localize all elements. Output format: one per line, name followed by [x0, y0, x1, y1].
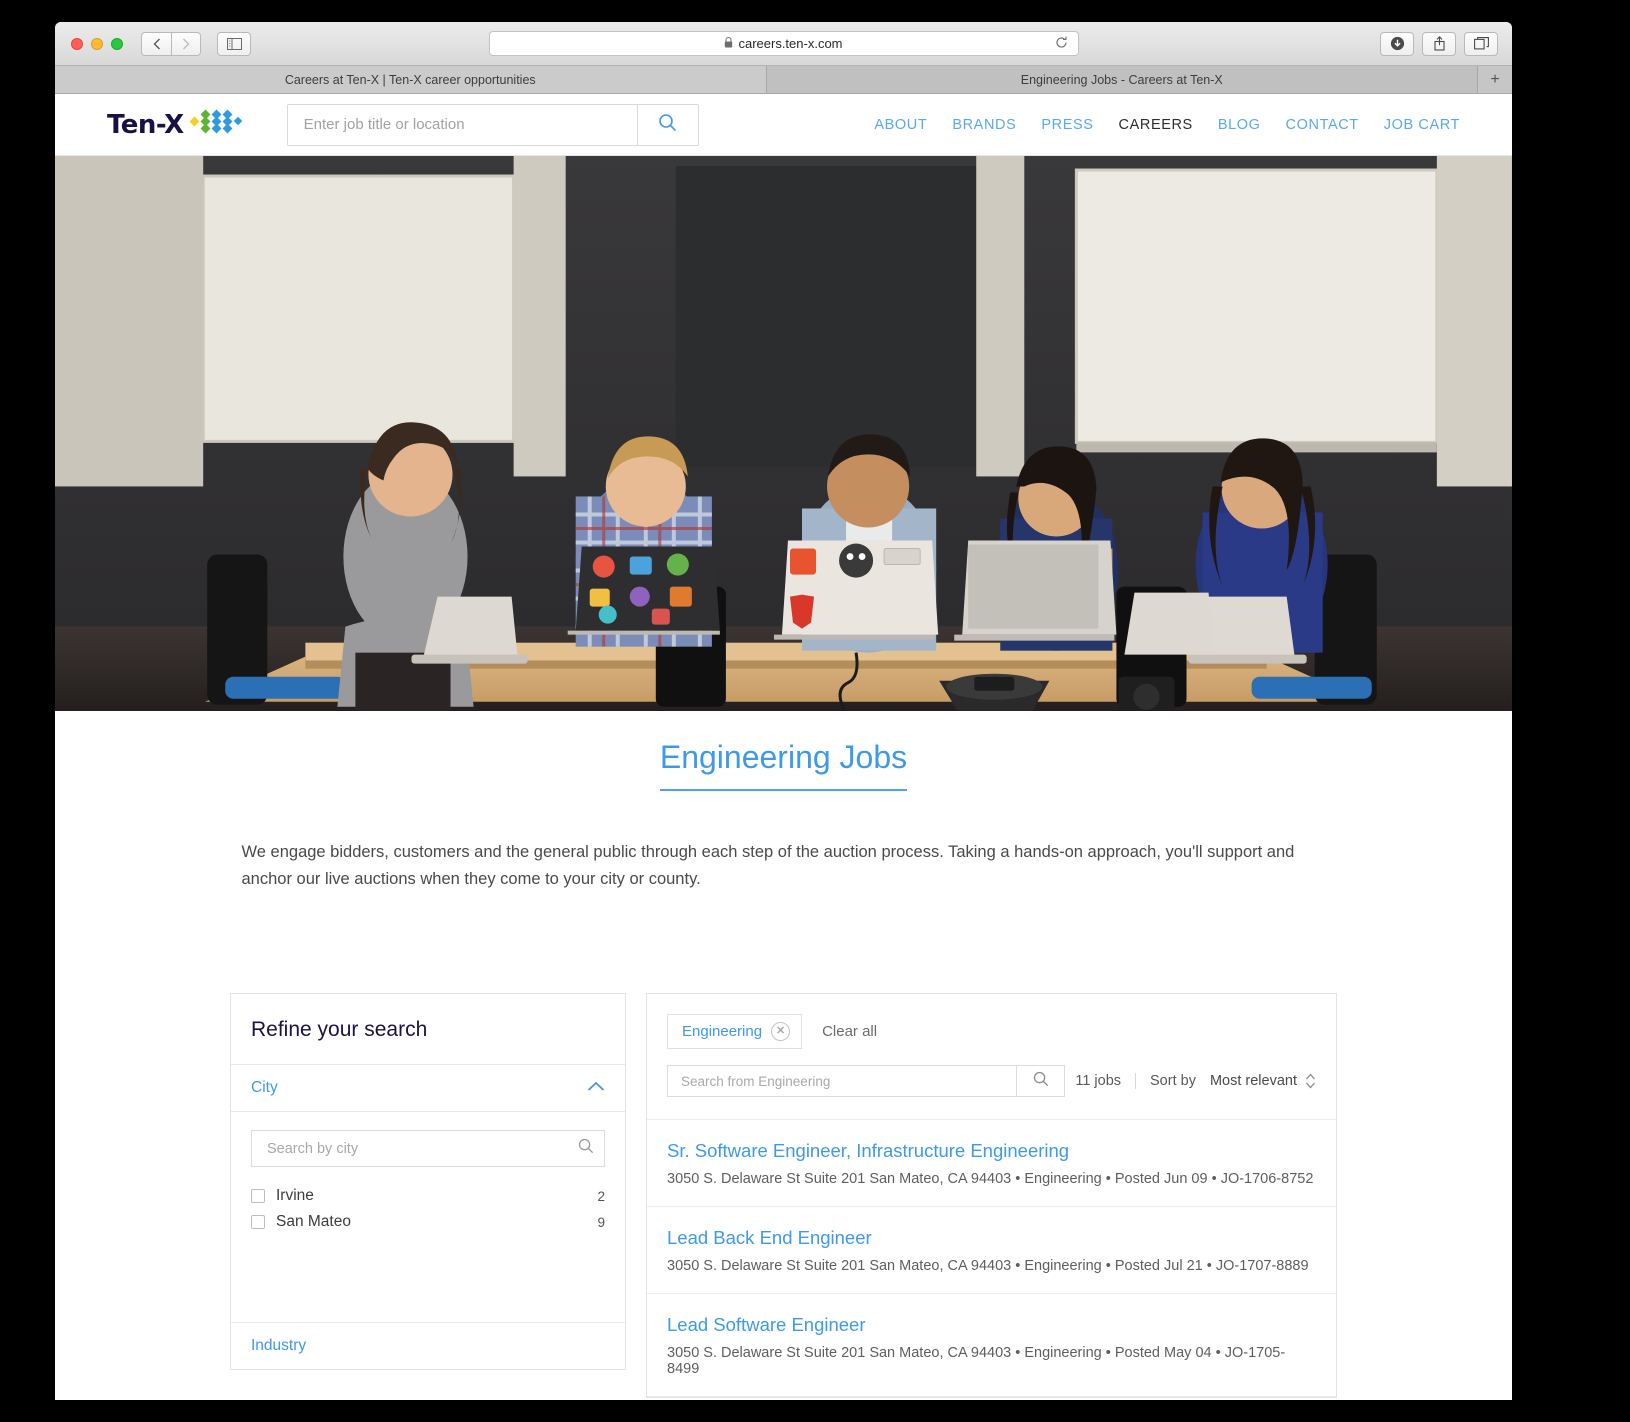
chevron-up-icon — [587, 1079, 605, 1097]
job-list-item[interactable]: Lead Software Engineer 3050 S. Delaware … — [647, 1294, 1336, 1398]
main-navigation: ABOUT BRANDS PRESS CAREERS BLOG CONTACT … — [874, 117, 1460, 133]
nav-item-contact[interactable]: CONTACT — [1286, 117, 1359, 133]
refine-search-panel: Refine your search City Search by city I… — [230, 993, 626, 1371]
sort-by-label: Sort by — [1150, 1073, 1196, 1090]
checkbox-irvine[interactable] — [251, 1189, 265, 1204]
job-list-item[interactable]: Lead Back End Engineer 3050 S. Delaware … — [647, 1207, 1336, 1295]
header-search-button[interactable] — [636, 104, 698, 145]
navigation-buttons — [141, 31, 201, 56]
browser-titlebar: careers.ten-x.com — [55, 22, 1512, 66]
job-list: Sr. Software Engineer, Infrastructure En… — [647, 1120, 1336, 1398]
job-list-item[interactable]: Sr. Software Engineer, Infrastructure En… — [647, 1120, 1336, 1208]
back-button[interactable] — [141, 31, 171, 56]
toolbar-right-buttons — [1380, 31, 1498, 56]
minimize-window-button[interactable] — [91, 37, 103, 50]
nav-item-brands[interactable]: BRANDS — [952, 117, 1016, 133]
sort-controls: 11 jobs Sort by Most relevant — [1075, 1073, 1316, 1090]
job-count-label: 11 jobs — [1075, 1073, 1137, 1090]
job-meta: 3050 S. Delaware St Suite 201 San Mateo,… — [667, 1171, 1314, 1188]
search-icon — [658, 113, 677, 137]
ten-x-logo[interactable]: Ten-X — [107, 107, 245, 142]
url-text: careers.ten-x.com — [738, 36, 843, 51]
header-job-search — [286, 103, 699, 146]
window-controls — [71, 37, 123, 50]
facet-label-next: Industry — [251, 1337, 307, 1355]
results-search-row: 11 jobs Sort by Most relevant — [647, 1049, 1336, 1121]
browser-window: careers.ten-x.com Careers at Ten-X | Ten… — [55, 22, 1512, 1400]
download-icon[interactable] — [1380, 31, 1414, 56]
share-icon[interactable] — [1422, 31, 1456, 56]
sort-value[interactable]: Most relevant — [1210, 1073, 1297, 1089]
results-search-input[interactable] — [668, 1066, 1016, 1097]
refine-search-title: Refine your search — [231, 994, 625, 1066]
browser-tab-2[interactable]: Engineering Jobs - Careers at Ten-X — [766, 66, 1478, 93]
logo-diamonds-icon — [189, 107, 245, 142]
facet-option-irvine[interactable]: Irvine 2 — [251, 1183, 605, 1209]
site-header: Ten-X Enter job title or location ABOUT … — [55, 94, 1512, 156]
page-title: Engineering Jobs — [659, 739, 908, 791]
facet-option-san-mateo[interactable]: San Mateo 9 — [251, 1209, 605, 1235]
facet-option-label: Irvine — [276, 1187, 314, 1205]
page-title-block: Engineering Jobs — [55, 711, 1512, 791]
reload-icon[interactable] — [1055, 36, 1068, 52]
show-all-tabs-icon[interactable] — [1464, 31, 1498, 56]
sidebar-toggle-icon[interactable] — [217, 31, 251, 56]
search-icon[interactable] — [578, 1138, 594, 1159]
sort-updown-icon[interactable] — [1305, 1073, 1316, 1089]
page-content: Ten-X Enter job title or location ABOUT … — [55, 94, 1512, 1400]
checkbox-san-mateo[interactable] — [251, 1215, 265, 1230]
results-area: Refine your search City Search by city I… — [55, 993, 1512, 1399]
lock-icon — [724, 36, 733, 51]
job-meta: 3050 S. Delaware St Suite 201 San Mateo,… — [667, 1345, 1286, 1378]
hero-photo — [55, 156, 1512, 711]
hero-banner — [55, 156, 1512, 711]
close-circle-icon[interactable]: ✕ — [771, 1022, 791, 1042]
maximize-window-button[interactable] — [111, 37, 123, 50]
logo-wordmark: Ten-X — [107, 109, 184, 140]
forward-button[interactable] — [171, 31, 201, 56]
job-results-panel: Engineering ✕ Clear all Search from Engi… — [646, 993, 1337, 1399]
facet-option-count: 2 — [597, 1188, 605, 1204]
city-search-field — [251, 1130, 605, 1168]
browser-tab-1[interactable]: Careers at Ten-X | Ten-X career opportun… — [55, 66, 767, 93]
job-title-link[interactable]: Lead Software Engineer — [667, 1314, 1316, 1336]
close-window-button[interactable] — [71, 37, 83, 50]
city-search-input[interactable] — [265, 1139, 578, 1158]
search-icon — [1033, 1071, 1049, 1092]
nav-item-job-cart[interactable]: JOB CART — [1384, 117, 1460, 133]
filter-chip-engineering[interactable]: Engineering ✕ — [667, 1014, 803, 1050]
nav-item-blog[interactable]: BLOG — [1218, 117, 1261, 133]
job-title-link[interactable]: Sr. Software Engineer, Infrastructure En… — [667, 1140, 1316, 1162]
nav-item-careers[interactable]: CAREERS — [1119, 117, 1193, 133]
filter-chip-label: Engineering — [682, 1023, 763, 1041]
nav-item-press[interactable]: PRESS — [1041, 117, 1093, 133]
tab-bar: Careers at Ten-X | Ten-X career opportun… — [55, 66, 1512, 94]
facet-body-city: Irvine 2 San Mateo 9 — [231, 1112, 625, 1322]
header-search-input[interactable] — [287, 104, 637, 145]
job-title-link[interactable]: Lead Back End Engineer — [667, 1227, 1316, 1249]
results-search-field — [667, 1065, 1065, 1098]
new-tab-button[interactable]: + — [1478, 66, 1512, 93]
facet-header-next[interactable]: Industry — [231, 1322, 625, 1369]
nav-item-about[interactable]: ABOUT — [874, 117, 927, 133]
facet-option-label: San Mateo — [276, 1213, 351, 1231]
active-filters-row: Engineering ✕ Clear all — [647, 994, 1336, 1050]
page-intro: We engage bidders, customers and the gen… — [241, 843, 1295, 889]
facet-option-count: 9 — [597, 1214, 605, 1230]
clear-all-button[interactable]: Clear all — [822, 1023, 877, 1040]
job-meta: 3050 S. Delaware St Suite 201 San Mateo,… — [667, 1258, 1309, 1275]
url-bar[interactable]: careers.ten-x.com — [488, 31, 1079, 56]
facet-label-city: City — [251, 1079, 278, 1097]
facet-header-city[interactable]: City — [231, 1065, 625, 1113]
results-search-button[interactable] — [1016, 1066, 1064, 1097]
